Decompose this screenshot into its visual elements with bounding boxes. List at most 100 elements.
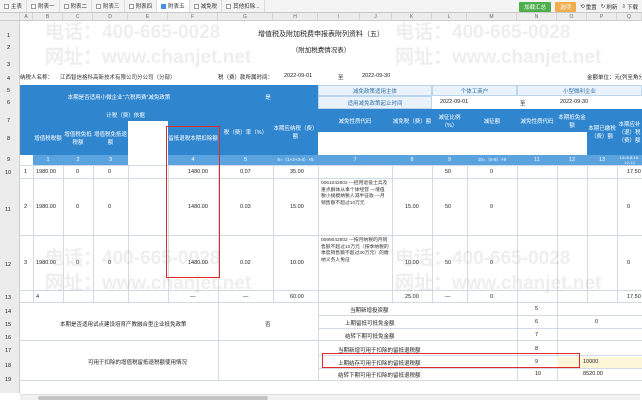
export-button[interactable]: ⇩ 下载 (621, 3, 638, 11)
bottom-row-label: 上期留抵可抵免金额 (345, 321, 395, 327)
total-refund-payable-cell: 17.50 (627, 294, 641, 300)
amount-unit: 金额单位：元(列至角分) (587, 75, 642, 81)
grid-line (318, 368, 642, 369)
corner-cell[interactable] (0, 13, 20, 21)
grid-line (20, 165, 642, 166)
row-number[interactable]: 10 (5, 170, 11, 176)
rate-cell[interactable]: 0.03 (240, 204, 251, 210)
start-date-a[interactable]: 2022-09-01 (440, 99, 468, 105)
small-reduce-header: 减征额 (467, 109, 517, 132)
col-num: 9 (432, 155, 467, 165)
tab-tax-reduction[interactable]: 减免税 (190, 0, 223, 12)
bottom-row-label: 当期新增投资额 (350, 308, 389, 314)
row-number[interactable]: 18 (5, 363, 11, 369)
policy-flag-cell[interactable]: 是 (218, 85, 318, 109)
options-button[interactable]: 选项 (555, 1, 577, 12)
grid-line (20, 380, 642, 381)
column-header[interactable]: H (273, 13, 318, 21)
vat-refund-cell[interactable]: 0 (108, 204, 111, 210)
load-summary-button[interactable]: 加载汇总 (519, 1, 552, 12)
grid-line (33, 165, 34, 302)
taxpayer-name: 江西智信格科高新技术有限公司分公司（分部） (60, 75, 176, 81)
vat-amount-cell[interactable]: 1980.00 (36, 169, 56, 175)
bottom-row-value: 8520.00 (583, 371, 603, 377)
highlight-retained-credit-row (322, 353, 580, 368)
rate-cell[interactable]: 0.02 (240, 260, 251, 266)
tab-main[interactable]: 主表 (0, 0, 28, 12)
horizontal-scrollbar[interactable] (20, 394, 640, 400)
grid-line (273, 165, 274, 302)
col-num: 1 (33, 155, 63, 165)
column-header[interactable]: J (360, 13, 392, 21)
vat-amount-cell[interactable]: 1980.00 (36, 204, 56, 210)
bottom-row-label: 结转下期可用于扣除的留抵退税额 (338, 373, 421, 379)
tab-schedule-4[interactable]: 附表四 (125, 0, 158, 12)
small-ratio-cell[interactable]: 50 (445, 204, 451, 210)
row-number[interactable]: 13 (5, 295, 11, 301)
tab-schedule-2[interactable]: 附表二 (60, 0, 93, 12)
row-number[interactable]: 19 (5, 377, 11, 383)
toolbar: 加载汇总 选项 ⟲ 重置 ↻ 刷新 ⇩ 下载 (519, 0, 642, 13)
row-number[interactable]: 4 (7, 76, 10, 82)
small-reduce-cell: 0 (490, 169, 494, 175)
col-num: 7 (318, 155, 392, 165)
end-date-a[interactable]: 2022-09-30 (560, 99, 588, 105)
bottom-row-value[interactable]: 10000 (583, 359, 598, 365)
bottom-row-value[interactable]: 0 (595, 319, 598, 325)
reduce-amount-cell[interactable]: 15.00 (405, 204, 419, 210)
reduce-code-select[interactable]: 0061042802 —招用退役士兵及重点群体从事个体经营 —增值税小规模纳税人… (321, 181, 389, 207)
grid-line (20, 340, 642, 341)
row-number[interactable]: 11 (5, 207, 11, 213)
tab-other-deductions[interactable]: 其他扣除... (222, 0, 265, 12)
row-number[interactable]: 15 (5, 322, 11, 328)
scrollbar-thumb[interactable] (38, 396, 268, 400)
total-row-no: 4 (36, 294, 40, 300)
reset-button[interactable]: ⟲ 重置 (580, 3, 597, 11)
vat-refund-cell[interactable]: 0 (108, 169, 111, 175)
column-header[interactable]: A (20, 13, 33, 21)
column-header[interactable]: I (318, 13, 360, 21)
bottom-row-label: 结转下期可抵免金额 (345, 334, 395, 340)
row-number[interactable]: 14 (5, 309, 11, 315)
col-num: 6=（1+2+3-4）×5 (273, 155, 318, 165)
row-header-bar: 1 2 3 4 5 6 7 8 9 10 11 12 13 14 15 16 1… (0, 21, 20, 393)
refresh-button[interactable]: ↻ 刷新 (601, 3, 618, 11)
tab-schedule-1[interactable]: 附表一 (27, 0, 60, 12)
vat-exempt-cell[interactable]: 0 (76, 204, 79, 210)
rate-cell[interactable]: 0.07 (240, 169, 251, 175)
policy-subject-header: 减免政策适用主体 (318, 85, 432, 96)
payable-cell: 35.00 (290, 169, 304, 175)
small-enterprise-header: 小型微利企业 (517, 85, 642, 96)
row-number[interactable]: 3 (7, 62, 10, 68)
col-num: 13 (587, 155, 617, 165)
reduce-code-select[interactable]: 0099042802 —按月纳税的月销售额不超过10万元（按季纳税的季度销售额不… (321, 238, 389, 264)
download-icon: ⇩ (621, 3, 626, 10)
vat-amount-header: 增值税税额 (33, 121, 63, 155)
current-payable-header: 本期应纳税（费）额 (273, 109, 318, 155)
pilot-policy-value[interactable]: 否 (265, 320, 271, 328)
vat-exempt-cell[interactable]: 0 (76, 169, 79, 175)
to-label: 至 (520, 101, 526, 107)
row-number[interactable]: 12 (5, 262, 11, 268)
refund-payable-header: 本期应补（退）税（费）额 (617, 109, 642, 155)
row-number[interactable]: 9 (7, 157, 10, 163)
row-number[interactable]: 5 (7, 88, 10, 94)
row-number[interactable]: 17 (5, 348, 11, 354)
col-num: 2 (63, 155, 93, 165)
small-ratio-cell[interactable]: 50 (445, 169, 451, 175)
row-number[interactable]: 16 (5, 335, 11, 341)
tab-schedule-3[interactable]: 附表三 (92, 0, 125, 12)
row-number[interactable]: 8 (7, 136, 10, 142)
row-number[interactable]: 6 (7, 100, 10, 106)
table-row-no: 1 (24, 169, 28, 175)
row-number[interactable]: 7 (7, 118, 10, 124)
column-header[interactable]: G (218, 13, 273, 21)
column-header[interactable]: Q (617, 13, 642, 21)
tab-schedule-5[interactable]: 附表五 (157, 0, 190, 12)
sheet-icon (4, 3, 9, 9)
period-end: 2022-09-30 (362, 73, 391, 79)
grid-line (318, 315, 642, 316)
reduce-amount-header: 减免税（费）额 (392, 109, 432, 132)
column-header[interactable]: P (587, 13, 617, 21)
bottom-row-no: 10 (535, 371, 542, 377)
